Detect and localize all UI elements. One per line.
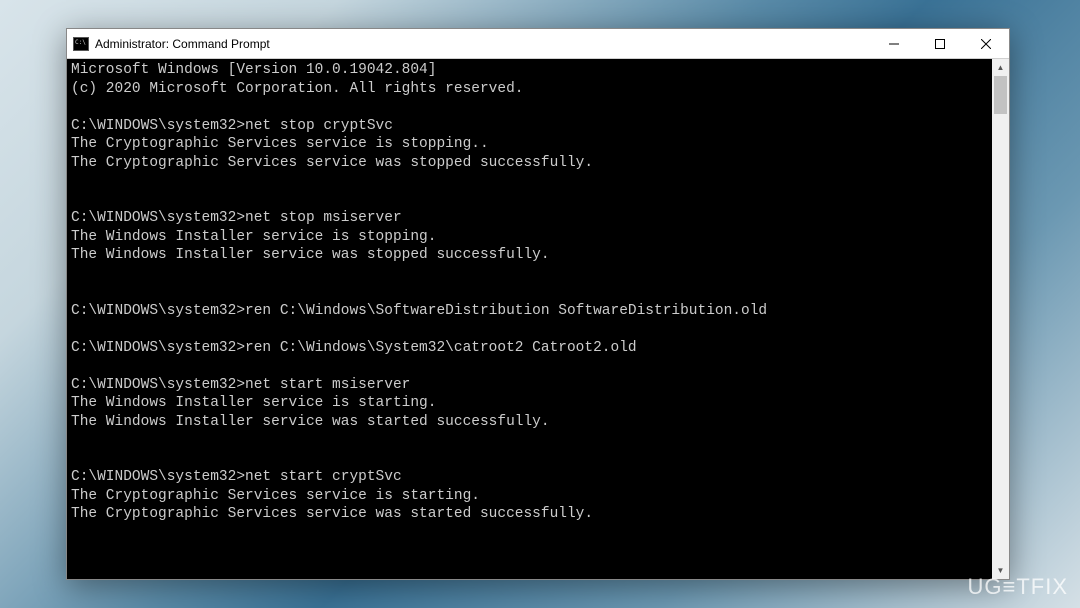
maximize-button[interactable] <box>917 29 963 58</box>
maximize-icon <box>935 39 945 49</box>
console-output: Microsoft Windows [Version 10.0.19042.80… <box>67 59 992 579</box>
close-icon <box>981 39 991 49</box>
scroll-thumb[interactable] <box>994 76 1007 114</box>
minimize-button[interactable] <box>871 29 917 58</box>
scroll-track[interactable] <box>992 76 1009 562</box>
window-controls <box>871 29 1009 58</box>
scrollbar[interactable]: ▲ ▼ <box>992 59 1009 579</box>
minimize-icon <box>889 39 899 49</box>
scroll-up-button[interactable]: ▲ <box>992 59 1009 76</box>
cmd-window: Administrator: Command Prompt Microsoft … <box>66 28 1010 580</box>
close-button[interactable] <box>963 29 1009 58</box>
console-area[interactable]: Microsoft Windows [Version 10.0.19042.80… <box>67 59 1009 579</box>
cmd-icon <box>73 37 89 51</box>
watermark: UG≡TFIX <box>968 574 1069 600</box>
window-title: Administrator: Command Prompt <box>95 37 871 51</box>
titlebar[interactable]: Administrator: Command Prompt <box>67 29 1009 59</box>
